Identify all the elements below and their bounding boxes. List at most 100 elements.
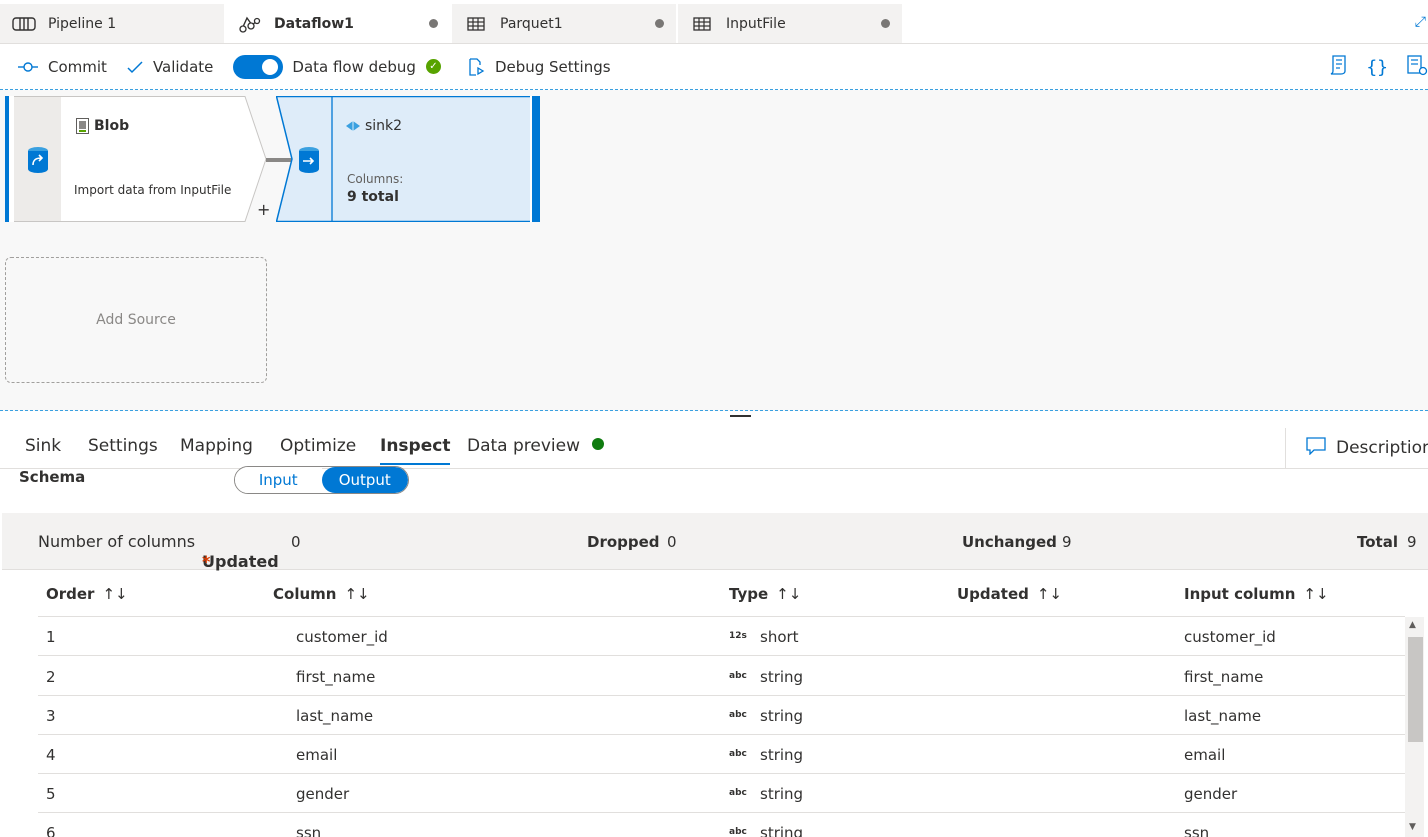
description-button[interactable]: Description [1285,428,1428,468]
cell-input-column: last_name [1184,707,1262,725]
unchanged-label: Unchanged [962,533,1057,551]
preview-status-dot-icon [592,438,605,450]
validate-button[interactable]: Validate [127,58,213,76]
scroll-down-arrow-icon[interactable]: ▼ [1409,822,1416,832]
type-badge-icon: abc [729,671,747,681]
table-row[interactable]: 3 last_name abc string last_name [38,696,1405,735]
tab-label: Parquet1 [500,15,563,32]
tab-parquet1[interactable]: Parquet1 [452,4,677,43]
type-badge-icon: 12s [729,631,747,641]
commit-label: Commit [48,57,107,76]
cell-order: 5 [46,785,56,803]
unsaved-dot-icon [655,19,664,28]
sink-node-sink2[interactable]: sink2 Columns: 9 total [276,96,540,222]
cell-column: ssn [296,824,322,837]
table-row[interactable]: 1 customer_id 12s short customer_id [38,617,1405,656]
table-scrollbar-thumb[interactable] [1408,637,1423,742]
cell-column: gender [296,785,350,803]
blob-storage-icon [76,118,89,138]
unsaved-dot-icon [881,19,890,28]
debug-settings-button[interactable]: Debug Settings [467,57,611,77]
updated-label-text: Updated [202,552,279,571]
sink-columns-value: 9 total [347,189,399,205]
tab-dataflow1[interactable]: Dataflow1 [226,4,451,43]
header-input-column-label: Input column [1184,585,1296,603]
tab-sink[interactable]: Sink [25,436,61,456]
tab-data-preview-label: Data preview [467,436,581,456]
table-icon [690,16,714,32]
schema-table-header: Order ↑↓ Column ↑↓ Type ↑↓ Updated ↑↓ Input … [38,571,1405,617]
commit-icon [18,61,38,73]
commit-button[interactable]: Commit [18,58,107,76]
input-toggle-option[interactable]: Input [235,467,322,493]
cell-order: 4 [46,746,56,764]
cell-input-column: customer_id [1184,628,1276,646]
table-icon [464,16,488,32]
header-updated[interactable]: Updated ↑↓ [957,585,1062,603]
header-input-column[interactable]: Input column ↑↓ [1184,585,1329,603]
success-check-icon: ✓ [425,59,441,74]
script-icon[interactable] [1328,54,1348,81]
checkmark-icon [127,60,143,74]
document-tabbar: Pipeline 1 Dataflow1 Parquet1 InputFile … [0,0,1428,44]
unchanged-count: 9 [1062,533,1072,551]
sink-transform-icon [298,146,320,178]
header-column[interactable]: Column ↑↓ [273,585,370,603]
header-order[interactable]: Order ↑↓ [46,585,128,603]
data-flow-debug-toggle[interactable] [233,54,284,79]
tab-settings[interactable]: Settings [88,436,158,456]
cell-column: email [296,746,338,764]
cell-input-column: email [1184,746,1226,764]
source-node-blob[interactable]: Blob Import data from InputFile [5,96,267,222]
debug-settings-label: Debug Settings [494,57,611,76]
tab-optimize[interactable]: Optimize [280,436,356,456]
schema-label: Schema [19,468,86,486]
panel-resize-handle[interactable] [730,415,751,417]
table-row[interactable]: 4 email abc string email [38,735,1405,774]
cell-input-column: gender [1184,785,1238,803]
table-row[interactable]: 6 ssn abc string ssn [38,813,1405,837]
header-column-label: Column [273,585,337,603]
input-output-toggle: Input Output [234,466,409,494]
tab-label: Dataflow1 [274,15,354,32]
type-badge-icon: abc [729,749,747,759]
debug-label: Data flow debug [292,57,416,76]
source-description: Import data from InputFile [74,183,232,197]
dropped-label: Dropped [587,533,660,551]
add-source-button[interactable]: Add Source [5,257,267,383]
unsaved-dot-icon [429,19,438,28]
scroll-up-arrow-icon[interactable]: ▲ [1409,620,1416,630]
table-row[interactable]: 5 gender abc string gender [38,774,1405,813]
cell-input-column: ssn [1184,824,1210,837]
description-label: Description [1336,438,1428,458]
tab-pipeline-1[interactable]: Pipeline 1 [0,4,225,43]
code-braces-icon[interactable]: {} [1366,57,1388,78]
type-badge-icon: abc [729,710,747,720]
cell-type: string [760,707,804,725]
dataflow-canvas[interactable]: Blob Import data from InputFile + sink2 … [0,90,1428,411]
pipeline-icon [12,16,36,32]
output-toggle-option[interactable]: Output [321,467,408,493]
cell-type: string [760,746,804,764]
tab-data-preview[interactable]: Data preview [467,436,605,456]
tab-label: Pipeline 1 [48,15,117,32]
add-transform-plus-icon[interactable]: + [257,200,270,219]
tab-mapping[interactable]: Mapping [180,436,253,456]
dataflow-toolbar: Commit Validate Data flow debug ✓ Debug … [0,44,1428,90]
table-row[interactable]: 2 first_name abc string first_name [38,657,1405,696]
sink-columns-label: Columns: [347,172,404,186]
properties-icon[interactable] [1406,54,1428,81]
tab-inspect[interactable]: Inspect [380,436,451,465]
header-type[interactable]: Type ↑↓ [729,585,801,603]
cell-type: string [760,785,804,803]
data-flow-debug-status: Data flow debug ✓ [292,58,441,76]
updated-asterisk: * [202,552,211,571]
cell-column: customer_id [296,628,388,646]
cell-type: string [760,668,804,686]
sort-icon: ↑↓ [102,585,128,603]
summary-label: Number of columns [38,532,196,551]
cell-input-column: first_name [1184,668,1264,686]
tab-inputfile[interactable]: InputFile [678,4,903,43]
add-source-label: Add Source [96,312,176,328]
expand-icon[interactable]: ⤢ [1415,14,1426,30]
